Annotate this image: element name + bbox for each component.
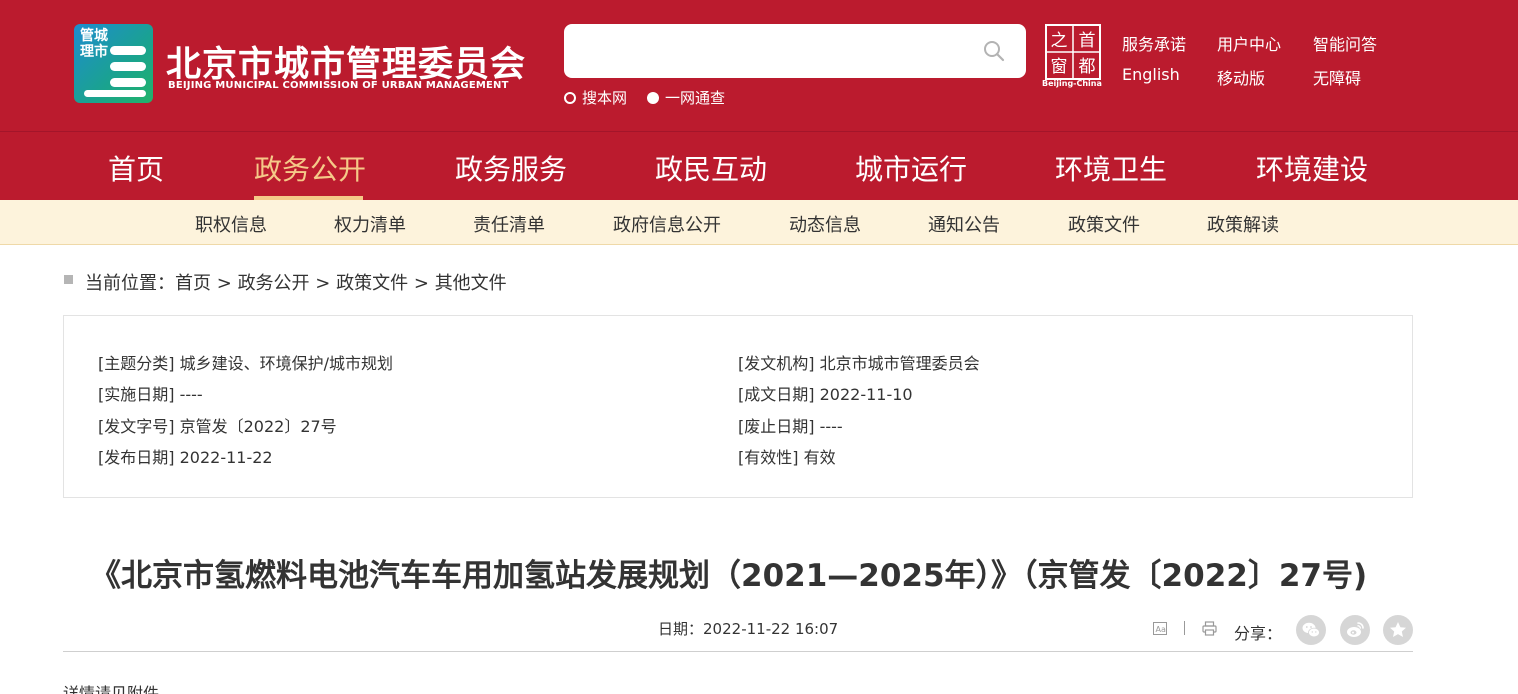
share-favorite-button[interactable]	[1383, 615, 1413, 645]
breadcrumb-policy-docs[interactable]: 政策文件	[336, 273, 408, 294]
favorite-star-icon	[1390, 622, 1406, 637]
share-wechat-button[interactable]	[1296, 615, 1326, 645]
content-divider	[63, 651, 1413, 652]
breadcrumb-prefix: 当前位置：	[85, 273, 175, 294]
subnav-policy-docs[interactable]: 政策文件	[1068, 211, 1140, 237]
weibo-icon	[1347, 622, 1364, 637]
subnav-responsibility-list[interactable]: 责任清单	[473, 211, 545, 237]
share-weibo-button[interactable]	[1340, 615, 1370, 645]
meta-issuer: [发文机构] 北京市城市管理委员会	[738, 354, 980, 373]
capital-logo-char: 之	[1051, 31, 1068, 51]
toplink-english[interactable]: English	[1122, 65, 1180, 84]
logo-stripe	[110, 62, 146, 71]
radio-selected-icon	[647, 91, 659, 104]
logo-stripe	[110, 46, 146, 55]
search-scope-all[interactable]: 一网通查	[647, 87, 725, 108]
sub-nav: 职权信息 权力清单 责任清单 政府信息公开 动态信息 通知公告 政策文件 政策解…	[0, 200, 1518, 245]
meta-publish-date: [发布日期] 2022-11-22	[98, 448, 273, 467]
logo-stripe	[84, 90, 146, 97]
search-icon[interactable]	[983, 40, 1005, 62]
wechat-icon	[1302, 622, 1320, 638]
main-nav: 首页 政务公开 政务服务 政民互动 城市运行 环境卫生 环境建设	[0, 132, 1518, 200]
breadcrumb-marker	[64, 275, 73, 284]
nav-interaction[interactable]: 政民互动	[655, 148, 767, 188]
breadcrumb-gov-affairs[interactable]: 政务公开	[238, 273, 310, 294]
breadcrumb-separator: >	[216, 273, 232, 294]
meta-doc-number: [发文字号] 京管发〔2022〕27号	[98, 417, 337, 436]
toplink-smart-qa[interactable]: 智能问答	[1313, 31, 1377, 55]
search-box	[564, 24, 1026, 78]
logo-text: 管城理市	[80, 28, 108, 60]
radio-icon	[564, 91, 576, 104]
toplink-mobile[interactable]: 移动版	[1217, 65, 1265, 89]
nav-city-operation[interactable]: 城市运行	[855, 148, 967, 188]
meta-topic: [主题分类] 城乡建设、环境保护/城市规划	[98, 354, 393, 373]
city-management-logo[interactable]: 管城理市	[74, 24, 153, 103]
breadcrumb-home[interactable]: 首页	[175, 273, 211, 294]
capital-logo-char: 首	[1079, 31, 1096, 51]
breadcrumb-separator: >	[413, 273, 429, 294]
toolbar-divider	[1184, 621, 1185, 635]
subnav-dynamic-info[interactable]: 动态信息	[789, 211, 861, 237]
search-input[interactable]	[578, 32, 968, 70]
capital-logo-subtitle: Beijing-China	[1042, 79, 1102, 88]
meta-written-date: [成文日期] 2022-11-10	[738, 385, 913, 404]
article-date: 日期：2022-11-22 16:07	[658, 618, 838, 639]
subnav-authority-info[interactable]: 职权信息	[195, 211, 267, 237]
search-scope-site[interactable]: 搜本网	[564, 87, 627, 108]
page-title: 《北京市氢燃料电池汽车车用加氢站发展规划（2021—2025年）》（京管发〔20…	[90, 558, 1368, 594]
svg-text:Aa: Aa	[1156, 625, 1166, 634]
print-icon[interactable]	[1202, 621, 1217, 636]
nav-gov-affairs-open[interactable]: 政务公开	[254, 148, 366, 188]
breadcrumb: 当前位置：首页 > 政务公开 > 政策文件 > 其他文件	[85, 269, 507, 295]
nav-sanitation[interactable]: 环境卫生	[1055, 148, 1167, 188]
meta-effective-date: [实施日期] ----	[98, 385, 203, 404]
search-scope-label: 一网通查	[665, 89, 726, 107]
date-value: 2022-11-22 16:07	[703, 620, 839, 638]
date-label: 日期：	[658, 620, 704, 638]
logo-stripe	[110, 78, 146, 87]
share-label: 分享：	[1234, 624, 1283, 643]
meta-validity: [有效性] 有效	[738, 448, 836, 467]
breadcrumb-separator: >	[315, 273, 331, 294]
org-name-en: BEIJING MUNICIPAL COMMISSION OF URBAN MA…	[168, 80, 509, 91]
search-scope-label: 搜本网	[582, 89, 628, 107]
article-body-text: 详情请见附件	[63, 684, 160, 694]
subnav-gov-info-disclosure[interactable]: 政府信息公开	[613, 211, 721, 237]
subnav-power-list[interactable]: 权力清单	[334, 211, 406, 237]
toplink-service-promise[interactable]: 服务承诺	[1122, 31, 1186, 55]
nav-gov-services[interactable]: 政务服务	[455, 148, 567, 188]
subnav-notices[interactable]: 通知公告	[928, 211, 1000, 237]
toplink-user-center[interactable]: 用户中心	[1217, 31, 1281, 55]
font-size-icon[interactable]: Aa	[1153, 621, 1168, 636]
capital-logo-char: 窗	[1051, 57, 1068, 77]
toplink-accessibility[interactable]: 无障碍	[1313, 65, 1361, 89]
capital-logo-char: 都	[1079, 57, 1096, 77]
nav-home[interactable]: 首页	[108, 148, 164, 188]
nav-env-construction[interactable]: 环境建设	[1256, 148, 1368, 188]
meta-repeal-date: [废止日期] ----	[738, 417, 843, 436]
breadcrumb-other-docs[interactable]: 其他文件	[435, 273, 507, 294]
document-meta-box	[63, 315, 1413, 498]
subnav-policy-interpretation[interactable]: 政策解读	[1207, 211, 1279, 237]
